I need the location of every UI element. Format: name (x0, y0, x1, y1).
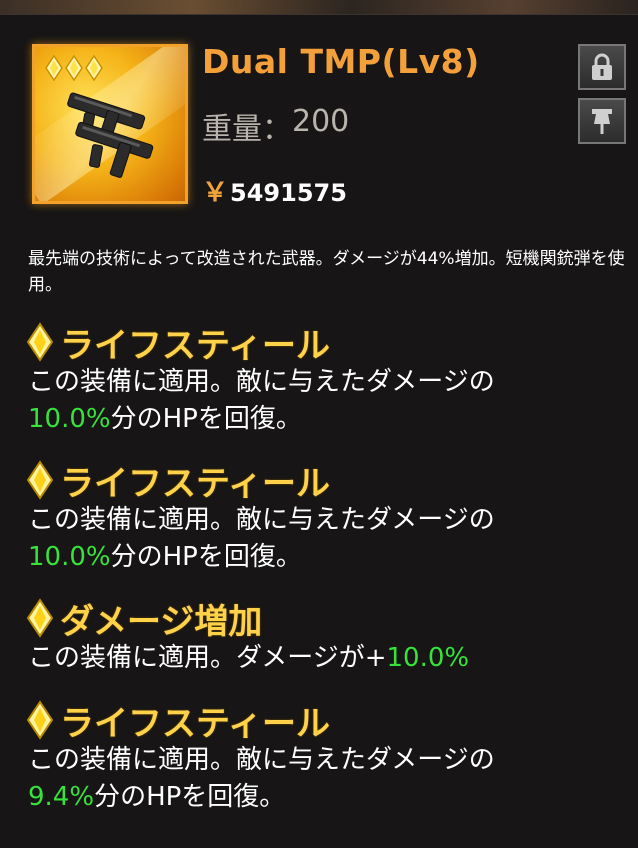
skill-diamond-icon (26, 598, 54, 638)
price-row: ￥ 5491575 (202, 172, 347, 209)
rarity-stars (45, 55, 103, 81)
lock-icon (592, 53, 612, 80)
skill-diamond-icon (26, 322, 54, 362)
weight-value: 200 (292, 104, 350, 139)
price-value: 5491575 (230, 179, 347, 207)
skill-header: ライフスティール (26, 458, 626, 504)
skill-text-suffix: 分のHPを回復。 (94, 782, 286, 812)
skill-value: 10.0% (28, 542, 111, 572)
skill-header: ダメージ増加 (26, 596, 626, 642)
skill-text-prefix: この装備に適用。ダメージが+ (28, 643, 387, 673)
skill-block: ライフスティール この装備に適用。敵に与えたダメージの 9.4%分のHPを回復。 (26, 698, 626, 816)
skill-name: ダメージ増加 (60, 601, 263, 642)
skill-text-suffix: 分のHPを回復。 (110, 542, 302, 572)
lock-button[interactable] (578, 44, 626, 90)
skill-text-prefix: この装備に適用。敵に与えたダメージの (28, 505, 495, 535)
yen-icon: ￥ (202, 178, 229, 208)
skill-value: 9.4% (28, 782, 95, 812)
skill-header: ライフスティール (26, 320, 626, 366)
skill-name: ライフスティール (60, 325, 330, 366)
skill-name: ライフスティール (60, 703, 330, 744)
skill-value: 10.0% (386, 643, 470, 673)
weight-row: 重量： 200 (202, 104, 349, 148)
skill-header: ライフスティール (26, 698, 626, 744)
pin-icon (592, 109, 612, 134)
background-strip (0, 0, 638, 14)
item-title: Dual TMP(Lv8) (202, 42, 480, 81)
skill-block: ライフスティール この装備に適用。敵に与えたダメージの 10.0%分のHPを回復… (26, 320, 626, 438)
pin-button[interactable] (578, 98, 626, 144)
item-icon-frame (32, 44, 188, 204)
rarity-diamond-icon (65, 55, 83, 81)
dual-tmp-gun-icon (67, 92, 154, 178)
skill-block: ライフスティール この装備に適用。敵に与えたダメージの 10.0%分のHPを回復… (26, 458, 626, 576)
skill-block: ダメージ増加 この装備に適用。ダメージが+10.0% (26, 596, 626, 677)
skill-description: この装備に適用。敵に与えたダメージの 10.0%分のHPを回復。 (28, 364, 626, 438)
skill-description: この装備に適用。ダメージが+10.0% (28, 640, 626, 677)
skill-value: 10.0% (28, 404, 111, 434)
item-description: 最先端の技術によって改造された武器。ダメージが44%増加。短機関銃弾を使用。 (28, 249, 625, 295)
skill-text-prefix: この装備に適用。敵に与えたダメージの (28, 367, 495, 397)
skill-diamond-icon (26, 700, 54, 740)
weight-label: 重量： (202, 112, 292, 147)
skill-description: この装備に適用。敵に与えたダメージの 9.4%分のHPを回復。 (28, 742, 626, 816)
rarity-diamond-icon (85, 55, 103, 81)
skill-diamond-icon (26, 460, 54, 500)
skill-description: この装備に適用。敵に与えたダメージの 10.0%分のHPを回復。 (28, 502, 626, 576)
skill-name: ライフスティール (60, 463, 330, 504)
skill-text-suffix: 分のHPを回復。 (110, 404, 302, 434)
skill-text-prefix: この装備に適用。敵に与えたダメージの (28, 745, 495, 775)
rarity-diamond-icon (45, 55, 63, 81)
